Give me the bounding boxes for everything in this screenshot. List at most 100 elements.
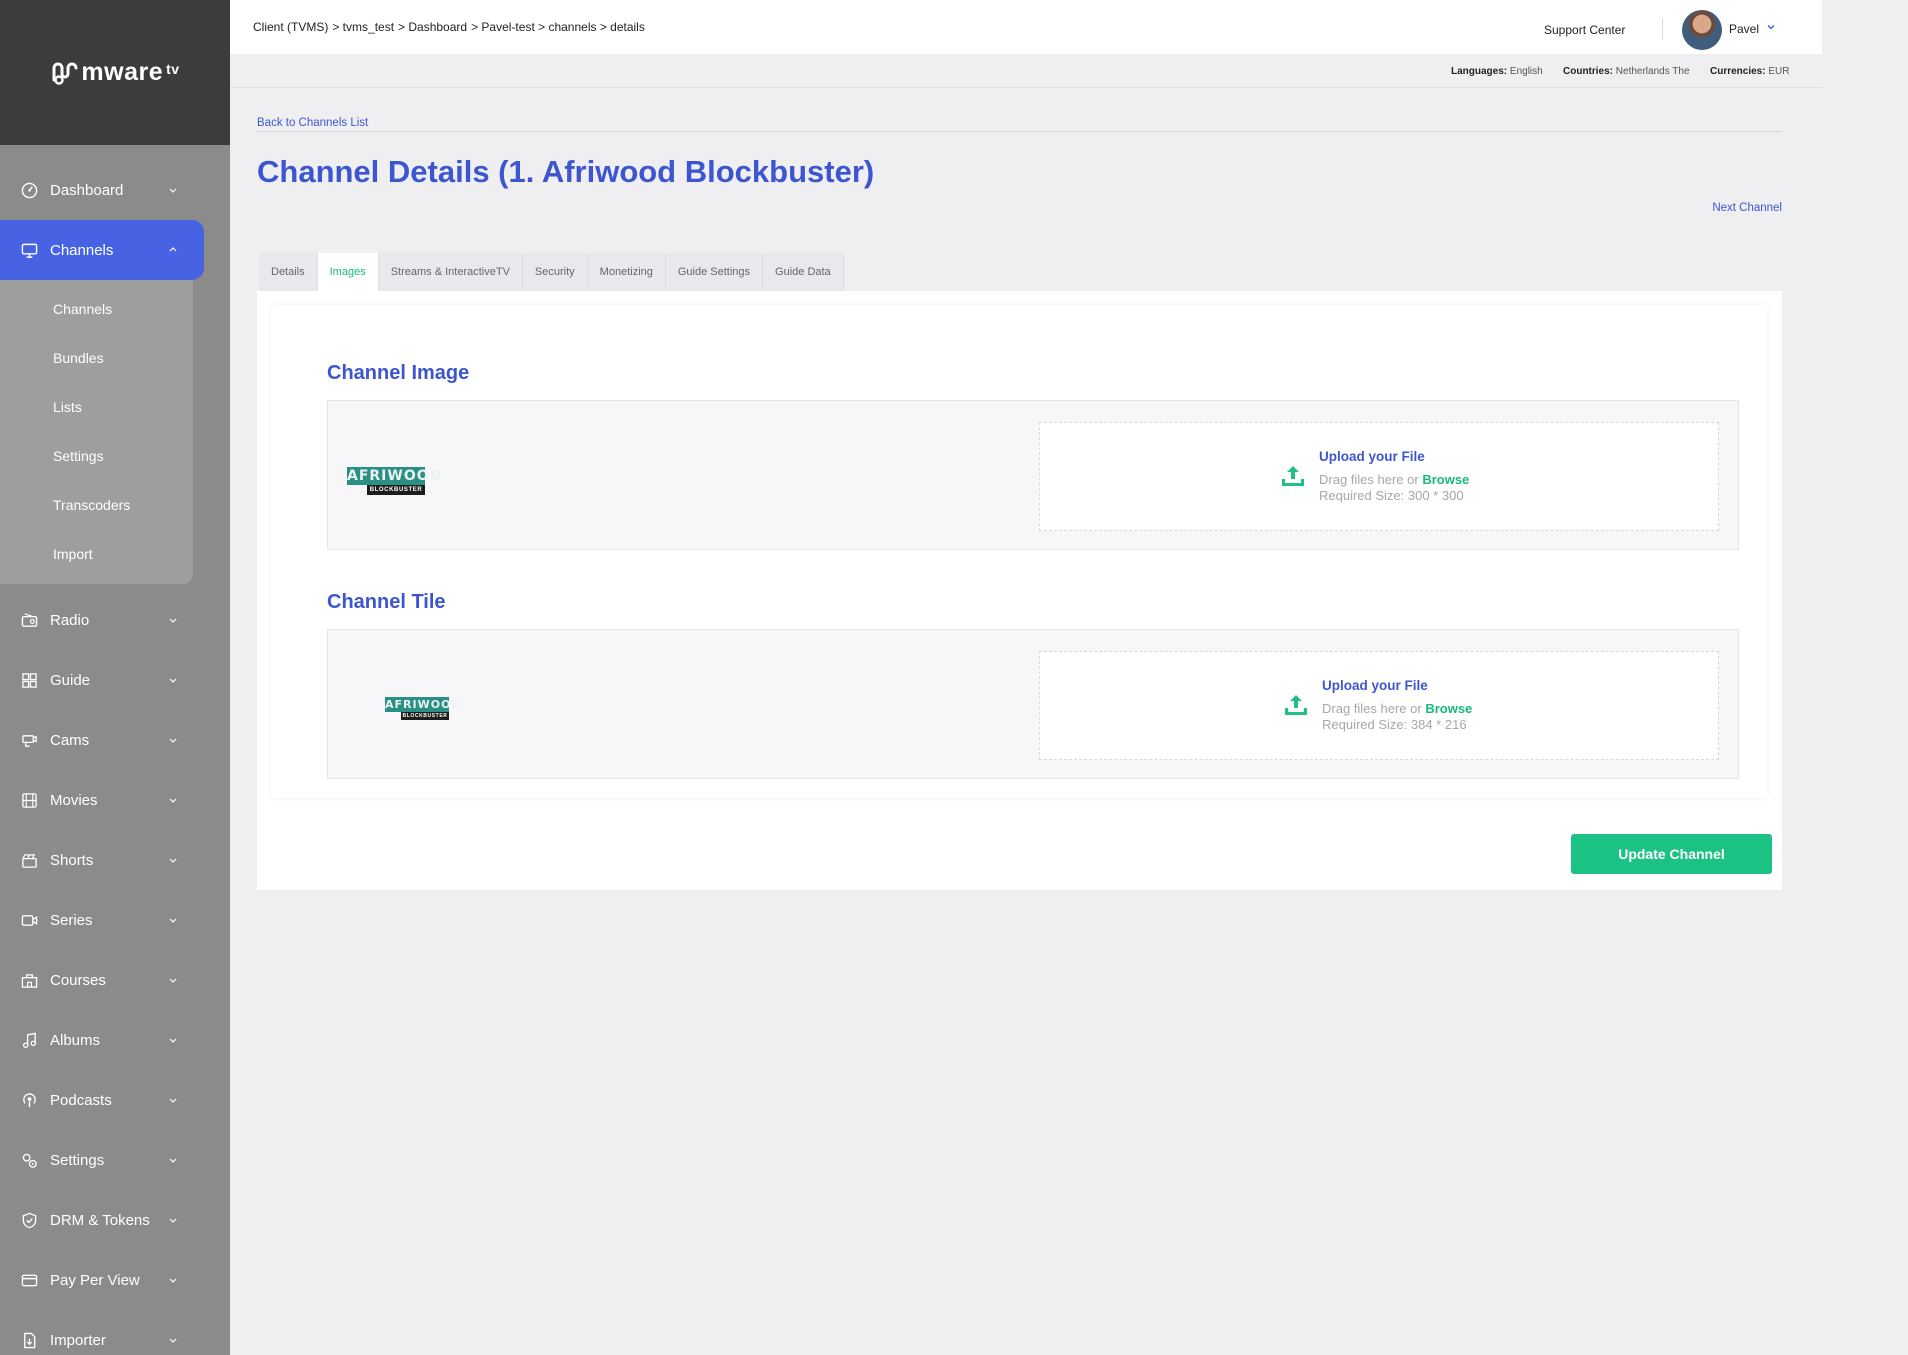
currencies-info: Currencies: EUR <box>1710 66 1789 77</box>
sidebar-nav: Dashboard Channels Channels Bundles List… <box>0 145 230 1355</box>
images-panel: Channel Image AFRIWOOD BLOCKBUSTER Uploa… <box>257 291 1782 890</box>
school-icon <box>20 971 38 989</box>
countries-label: Countries: <box>1563 66 1613 77</box>
upload-title: Upload your File <box>1319 449 1425 464</box>
browse-link[interactable]: Browse <box>1425 701 1472 716</box>
breadcrumb-tenant[interactable]: > tvms_test <box>332 20 394 34</box>
avatar[interactable] <box>1682 10 1722 50</box>
sidebar-item-pay-per-view[interactable]: Pay Per View <box>0 1250 230 1310</box>
chevron-down-icon <box>169 1338 177 1343</box>
sidebar-item-label: Series <box>50 911 93 929</box>
chevron-down-icon <box>169 918 177 923</box>
sidebar-item-label: Pay Per View <box>50 1271 140 1289</box>
chevron-down-icon[interactable] <box>1766 22 1776 32</box>
sidebar-item-albums[interactable]: Albums <box>0 1010 230 1070</box>
chevron-down-icon <box>169 618 177 623</box>
required-size: Required Size: 300 * 300 <box>1319 488 1464 503</box>
file-import-icon <box>20 1331 38 1349</box>
breadcrumb-dashboard[interactable]: > Dashboard <box>398 20 467 34</box>
sidebar-item-label: Dashboard <box>50 181 124 199</box>
channel-tile-title: Channel Tile <box>327 591 446 613</box>
shield-icon <box>20 1211 38 1229</box>
channel-tile-preview: AFRIWOOD BLOCKBUSTER <box>385 697 462 720</box>
next-channel-link[interactable]: Next Channel <box>1712 202 1782 214</box>
update-channel-button[interactable]: Update Channel <box>1571 834 1772 874</box>
sidebar-item-label: Podcasts <box>50 1091 112 1109</box>
chevron-down-icon <box>169 678 177 683</box>
breadcrumb-client[interactable]: Client (TVMS) <box>253 20 328 34</box>
sidebar-item-importer[interactable]: Importer <box>0 1310 230 1355</box>
topbar-divider <box>1662 18 1663 40</box>
sidebar-item-podcasts[interactable]: Podcasts <box>0 1070 230 1130</box>
mwaretv-logo[interactable]: mware tv <box>50 58 179 87</box>
credit-card-icon <box>20 1271 38 1289</box>
logo-area: mware tv <box>0 0 230 145</box>
tab-monetizing[interactable]: Monetizing <box>587 253 666 291</box>
tab-guide-data[interactable]: Guide Data <box>763 253 844 291</box>
chevron-down-icon <box>169 978 177 983</box>
support-center-link[interactable]: Support Center <box>1544 23 1625 37</box>
channel-tile-box: AFRIWOOD BLOCKBUSTER Upload your File Dr… <box>327 629 1739 779</box>
drag-text: Drag files here or Browse <box>1319 472 1469 487</box>
submenu-item-transcoders[interactable]: Transcoders <box>0 480 193 529</box>
submenu-item-settings[interactable]: Settings <box>0 431 193 480</box>
sidebar-item-label: DRM & Tokens <box>50 1211 150 1229</box>
channels-submenu: Channels Bundles Lists Settings Transcod… <box>0 280 193 584</box>
sidebar-item-series[interactable]: Series <box>0 890 230 950</box>
dashboard-icon <box>20 181 38 199</box>
breadcrumb-path[interactable]: > Pavel-test > channels > details <box>471 20 645 34</box>
sidebar-item-cams[interactable]: Cams <box>0 710 230 770</box>
user-name[interactable]: Pavel <box>1729 22 1759 36</box>
sidebar: mware tv Dashboard Channels Channels Bund… <box>0 0 230 1355</box>
sidebar-item-movies[interactable]: Movies <box>0 770 230 830</box>
sidebar-item-label: Courses <box>50 971 106 989</box>
sidebar-item-courses[interactable]: Courses <box>0 950 230 1010</box>
sidebar-item-label: Settings <box>50 1151 105 1169</box>
sidebar-item-settings[interactable]: Settings <box>0 1130 230 1190</box>
sidebar-item-radio[interactable]: Radio <box>0 590 230 650</box>
back-to-channels-link[interactable]: Back to Channels List <box>257 117 368 129</box>
chevron-down-icon <box>169 738 177 743</box>
drag-text: Drag files here or Browse <box>1322 701 1472 716</box>
sidebar-item-label: Radio <box>50 611 90 629</box>
sidebar-item-label: Importer <box>50 1331 106 1349</box>
gears-icon <box>20 1151 38 1169</box>
chevron-down-icon <box>169 1278 177 1283</box>
chevron-down-icon <box>169 1158 177 1163</box>
music-note-icon <box>20 1031 38 1049</box>
tab-streams-interactivetv[interactable]: Streams & InteractiveTV <box>378 253 523 291</box>
channel-image-dropzone[interactable]: Upload your File Drag files here or Brow… <box>1039 422 1719 531</box>
sidebar-item-label: Channels <box>50 241 114 259</box>
drag-hint: Drag files here or <box>1319 472 1423 487</box>
drag-hint: Drag files here or <box>1322 701 1426 716</box>
sidebar-item-drm-tokens[interactable]: DRM & Tokens <box>0 1190 230 1250</box>
logo-sup: tv <box>166 60 180 77</box>
languages-label: Languages: <box>1451 66 1508 77</box>
submenu-item-bundles[interactable]: Bundles <box>0 333 193 382</box>
tab-details[interactable]: Details <box>259 253 318 291</box>
channel-tile-dropzone[interactable]: Upload your File Drag files here or Brow… <box>1039 651 1719 760</box>
submenu-item-channels[interactable]: Channels <box>0 284 193 333</box>
sidebar-item-shorts[interactable]: Shorts <box>0 830 230 890</box>
tab-guide-settings[interactable]: Guide Settings <box>665 253 764 291</box>
browse-link[interactable]: Browse <box>1422 472 1469 487</box>
chevron-down-icon <box>169 858 177 863</box>
sidebar-item-label: Albums <box>50 1031 101 1049</box>
tab-security[interactable]: Security <box>522 253 588 291</box>
sidebar-item-dashboard[interactable]: Dashboard <box>0 160 230 220</box>
monitor-icon <box>20 241 38 259</box>
sidebar-item-guide[interactable]: Guide <box>0 650 230 710</box>
sidebar-item-channels[interactable]: Channels <box>0 220 204 280</box>
clapper-icon <box>20 851 38 869</box>
logo-top-text: AFRIWOOD <box>385 697 462 712</box>
camera-icon <box>20 731 38 749</box>
tab-images[interactable]: Images <box>317 253 379 291</box>
submenu-item-lists[interactable]: Lists <box>0 382 193 431</box>
logo-text: mware <box>81 58 164 86</box>
breadcrumb: Client (TVMS) > tvms_test > Dashboard > … <box>253 20 645 34</box>
film-icon <box>20 791 38 809</box>
countries-value: Netherlands The <box>1615 66 1690 77</box>
logo-top-text: AFRIWOOD <box>347 467 443 485</box>
currencies-value: EUR <box>1768 66 1790 77</box>
submenu-item-import[interactable]: Import <box>0 529 193 578</box>
